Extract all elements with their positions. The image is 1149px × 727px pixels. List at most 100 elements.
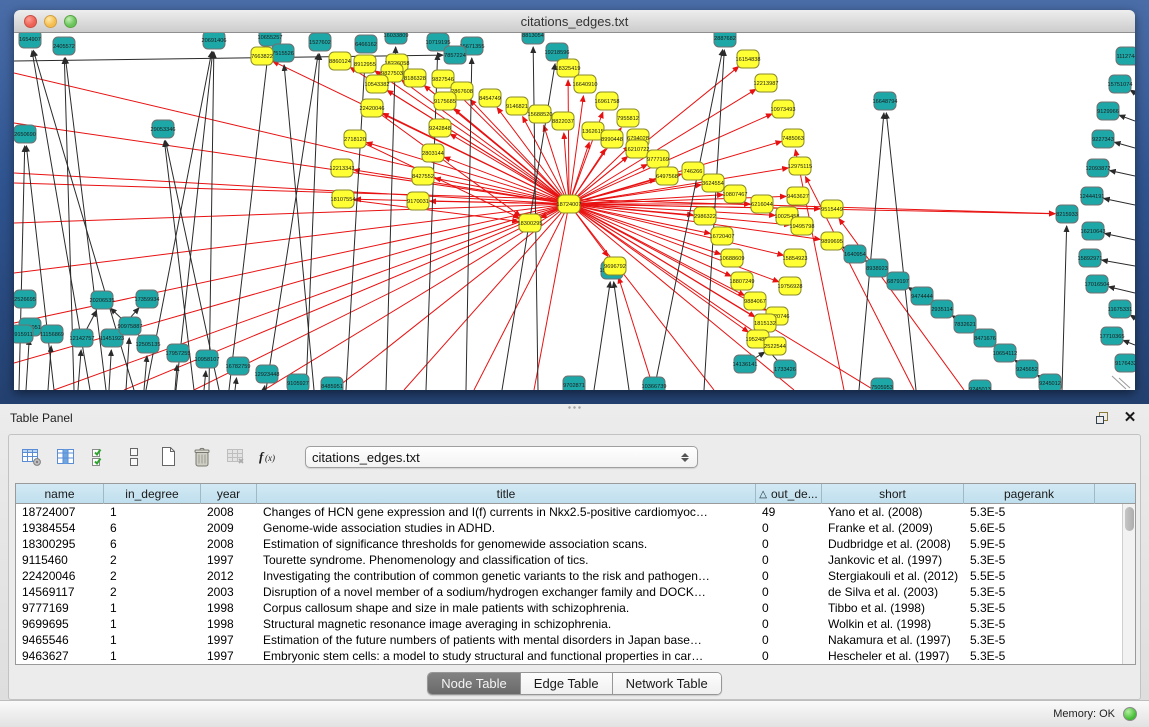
column-header-in_degree[interactable]: in_degree [104, 484, 201, 504]
cell-pagerank: 5.6E-5 [964, 520, 1095, 536]
svg-text:10366739: 10366739 [642, 384, 667, 390]
table-tabs: Node TableEdge TableNetwork Table [9, 672, 1140, 695]
svg-text:18807249: 18807249 [730, 279, 755, 285]
svg-text:22420046: 22420046 [360, 106, 385, 112]
table-header-row: namein_degreeyeartitle△out_de...shortpag… [16, 484, 1135, 504]
svg-text:8454749: 8454749 [479, 96, 501, 102]
cell-short: Stergiakouli et al. (2012) [822, 568, 964, 584]
svg-text:12213343: 12213343 [330, 166, 355, 172]
new-table-button[interactable] [155, 444, 181, 470]
function-builder-button[interactable]: f (x) [257, 444, 283, 470]
svg-text:17710365: 17710365 [1100, 334, 1125, 340]
column-header-year[interactable]: year [201, 484, 257, 504]
cell-name: 9463627 [16, 648, 104, 664]
cytoscape-desktop: citations_edges.txt 16549072405572206914… [0, 0, 1149, 404]
svg-text:19756928: 19756928 [778, 284, 803, 290]
cell-name: 9777169 [16, 600, 104, 616]
svg-text:17016504: 17016504 [1085, 282, 1110, 288]
canvas-resize-grip[interactable] [1112, 376, 1130, 389]
table-row[interactable]: 1872400712008Changes of HCN gene express… [16, 504, 1135, 520]
svg-text:2522544: 2522544 [764, 344, 786, 350]
cell-in_degree: 1 [104, 600, 201, 616]
column-header-out_de[interactable]: △out_de... [756, 484, 822, 504]
network-window-titlebar[interactable]: citations_edges.txt [14, 10, 1135, 33]
network-canvas[interactable]: 1654907240557220691406106552571527602646… [14, 33, 1135, 390]
delete-table-button[interactable] [223, 444, 249, 470]
cell-out_de: 0 [756, 552, 822, 568]
cell-in_degree: 1 [104, 504, 201, 520]
cell-in_degree: 6 [104, 536, 201, 552]
cell-short: Dudbridge et al. (2008) [822, 536, 964, 552]
cell-year: 2008 [201, 504, 257, 520]
table-selector-dropdown[interactable]: citations_edges.txt [305, 446, 698, 468]
table-panel: Table Panel ✕ [0, 404, 1149, 700]
svg-text:18724007: 18724007 [557, 202, 582, 208]
table-vertical-scrollbar[interactable] [1122, 504, 1135, 665]
table-row[interactable]: 1456911722003Disruption of a novel membe… [16, 584, 1135, 600]
table-settings-button[interactable] [19, 444, 45, 470]
delete-rows-button[interactable] [189, 444, 215, 470]
svg-text:9170031: 9170031 [407, 199, 429, 205]
svg-text:10807467: 10807467 [723, 192, 748, 198]
table-row[interactable]: 2242004622012Investigating the contribut… [16, 568, 1135, 584]
close-window-button[interactable] [24, 15, 37, 28]
choose-columns-button[interactable] [53, 444, 79, 470]
float-panel-icon[interactable] [1093, 410, 1111, 426]
cell-short: Wolkin et al. (1998) [822, 616, 964, 632]
table-row[interactable]: 1830029562008Estimation of significance … [16, 536, 1135, 552]
column-header-pagerank[interactable]: pagerank [964, 484, 1095, 504]
column-header-title[interactable]: title [257, 484, 756, 504]
column-header-name[interactable]: name [16, 484, 104, 504]
cell-name: 22420046 [16, 568, 104, 584]
column-header-short[interactable]: short [822, 484, 964, 504]
cell-short: Nakamura et al. (1997) [822, 632, 964, 648]
svg-text:8471676: 8471676 [974, 336, 996, 342]
svg-text:6497568: 6497568 [656, 174, 678, 180]
svg-text:1815132: 1815132 [754, 321, 776, 327]
cell-pagerank: 5.3E-5 [964, 504, 1095, 520]
table-row[interactable]: 977716911998Corpus callosum shape and si… [16, 600, 1135, 616]
svg-text:16720407: 16720407 [710, 234, 735, 240]
svg-text:19218596: 19218596 [545, 50, 570, 56]
table-row[interactable]: 946362711997Embryonic stem cells: a mode… [16, 648, 1135, 664]
tab-node-table[interactable]: Node Table [428, 673, 521, 694]
table-row[interactable]: 911546021997Tourette syndrome. Phenomeno… [16, 552, 1135, 568]
svg-text:2405572: 2405572 [53, 44, 75, 50]
splitter-handle[interactable] [567, 405, 583, 410]
table-row[interactable]: 969969511998Structural magnetic resonanc… [16, 616, 1135, 632]
table-row[interactable]: 946554611997Estimation of the future num… [16, 632, 1135, 648]
network-svg[interactable]: 1654907240557220691406106552571527602646… [14, 33, 1135, 390]
table-row[interactable]: 1938455462009Genome-wide association stu… [16, 520, 1135, 536]
cell-title: Tourette syndrome. Phenomenology and cla… [257, 552, 756, 568]
cell-out_de: 0 [756, 584, 822, 600]
svg-text:9827546: 9827546 [432, 77, 454, 83]
scrollbar-thumb[interactable] [1125, 507, 1134, 531]
tab-edge-table[interactable]: Edge Table [521, 673, 613, 694]
minimize-window-button[interactable] [44, 15, 57, 28]
cell-year: 1998 [201, 616, 257, 632]
svg-text:18300295: 18300295 [518, 221, 543, 227]
close-panel-icon[interactable]: ✕ [1121, 410, 1139, 426]
svg-text:8938923: 8938923 [866, 266, 888, 272]
svg-text:16648794: 16648794 [873, 99, 898, 105]
cell-in_degree: 1 [104, 648, 201, 664]
network-view-window: citations_edges.txt 16549072405572206914… [14, 10, 1135, 390]
cell-title: Disruption of a novel member of a sodium… [257, 584, 756, 600]
svg-text:10543382: 10543382 [365, 82, 390, 88]
tab-network-table[interactable]: Network Table [613, 673, 721, 694]
svg-text:(x): (x) [265, 453, 275, 463]
svg-text:16210643: 16210643 [1081, 229, 1106, 235]
cell-year: 2008 [201, 536, 257, 552]
svg-text:9245652: 9245652 [1016, 367, 1038, 373]
svg-text:2526695: 2526695 [14, 297, 36, 303]
select-rows-button[interactable] [87, 444, 113, 470]
cell-year: 1997 [201, 552, 257, 568]
svg-text:7857224: 7857224 [444, 53, 466, 59]
row-height-button[interactable] [121, 444, 147, 470]
svg-text:16210722: 16210722 [625, 147, 650, 153]
svg-text:8990448: 8990448 [601, 137, 623, 143]
zoom-window-button[interactable] [64, 15, 77, 28]
svg-text:9245013: 9245013 [969, 387, 991, 390]
svg-text:17359934: 17359934 [135, 297, 160, 303]
cell-name: 18300295 [16, 536, 104, 552]
